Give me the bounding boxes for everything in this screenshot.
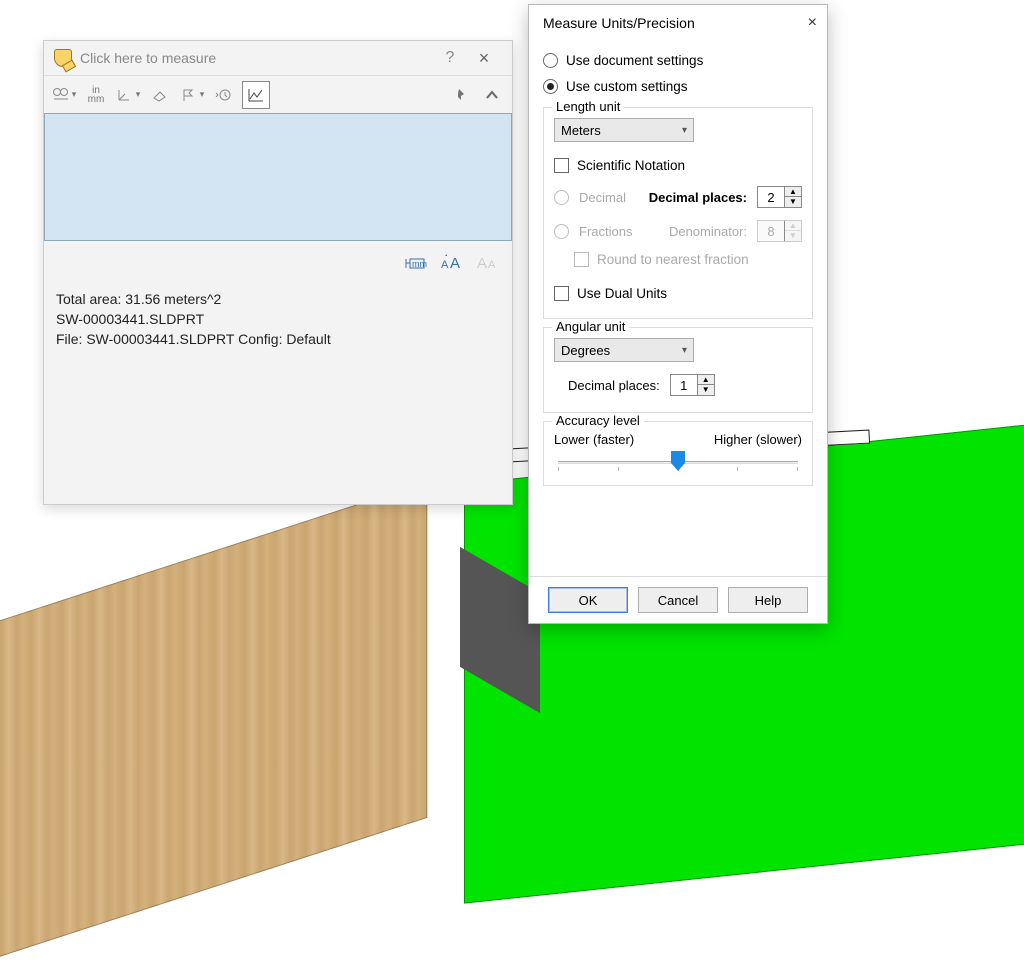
round-label: Round to nearest fraction (597, 252, 749, 267)
selection-filter-button[interactable] (50, 81, 78, 109)
checkbox-icon (554, 286, 569, 301)
angular-group-label: Angular unit (552, 319, 629, 334)
measure-window: Click here to measure ? × in mm (43, 40, 513, 505)
svg-text:A: A (450, 255, 460, 272)
spin-down-icon: ▼ (785, 231, 801, 241)
denominator-spinner: ▲▼ (757, 220, 802, 242)
accuracy-group: Accuracy level Lower (faster) Higher (sl… (543, 421, 813, 486)
scientific-label: Scientific Notation (577, 158, 685, 173)
unit-mm-label: mm (88, 95, 105, 104)
measure-results: Total area: 31.56 meters^2 SW-00003441.S… (44, 285, 512, 353)
measure-selection-area[interactable] (44, 113, 512, 241)
dialog-title: Measure Units/Precision (543, 15, 787, 31)
chevron-down-icon: ▾ (682, 345, 687, 356)
font-style-button[interactable]: AA (474, 250, 502, 276)
measure-titlebar[interactable]: Click here to measure ? × (44, 41, 512, 75)
help-button[interactable]: ? (436, 49, 464, 67)
result-part: SW-00003441.SLDPRT (56, 309, 500, 329)
length-unit-group: Length unit Meters ▾ Scientific Notation… (543, 107, 813, 319)
spin-up-icon[interactable]: ▲ (698, 375, 714, 385)
pin-button[interactable] (446, 81, 474, 109)
decimal-label: Decimal (579, 190, 626, 205)
denominator-input (758, 221, 784, 241)
dual-units-checkbox[interactable]: Use Dual Units (554, 280, 802, 306)
accuracy-group-label: Accuracy level (552, 413, 644, 428)
length-group-label: Length unit (552, 99, 624, 114)
use-custom-label: Use custom settings (566, 79, 688, 94)
eraser-button[interactable] (146, 81, 174, 109)
measure-midbar: mm AA AA (44, 241, 512, 285)
decimal-places-spinner[interactable]: ▲▼ (757, 186, 802, 208)
history-button[interactable] (210, 81, 238, 109)
measure-app-icon (54, 49, 72, 67)
angular-unit-dropdown[interactable]: Degrees ▾ (554, 338, 694, 362)
slider-thumb[interactable] (671, 451, 685, 473)
svg-text:A: A (477, 255, 487, 272)
denominator-label: Denominator: (669, 224, 747, 239)
dimension-style-button[interactable]: mm (402, 250, 430, 276)
help-button[interactable]: Help (728, 587, 808, 613)
angular-decimal-places-input[interactable] (671, 375, 697, 395)
scientific-checkbox[interactable]: Scientific Notation (554, 152, 802, 178)
result-area: Total area: 31.56 meters^2 (56, 289, 500, 309)
measure-toolbar: in mm (44, 75, 512, 113)
length-unit-value: Meters (561, 123, 601, 138)
fractions-label: Fractions (579, 224, 632, 239)
units-precision-dialog: Measure Units/Precision × Use document s… (528, 4, 828, 624)
graph-button[interactable] (242, 81, 270, 109)
length-unit-dropdown[interactable]: Meters ▾ (554, 118, 694, 142)
units-button[interactable]: in mm (82, 81, 110, 109)
angular-unit-group: Angular unit Degrees ▾ Decimal places: ▲… (543, 327, 813, 413)
font-size-button[interactable]: AA (438, 250, 466, 276)
flag-button[interactable] (178, 81, 206, 109)
close-button[interactable]: × (464, 48, 504, 69)
collapse-button[interactable] (478, 81, 506, 109)
spin-up-icon: ▲ (785, 221, 801, 231)
radio-icon (543, 53, 558, 68)
use-document-label: Use document settings (566, 53, 703, 68)
accuracy-lower-label: Lower (faster) (554, 432, 634, 447)
angular-unit-value: Degrees (561, 343, 610, 358)
use-custom-radio[interactable]: Use custom settings (543, 73, 813, 99)
round-checkbox: Round to nearest fraction (574, 246, 802, 272)
svg-text:A: A (488, 259, 496, 271)
xyz-button[interactable] (114, 81, 142, 109)
wood-surface (0, 481, 427, 978)
result-file: File: SW-00003441.SLDPRT Config: Default (56, 329, 500, 349)
angular-decimal-places-label: Decimal places: (568, 378, 660, 393)
spin-up-icon[interactable]: ▲ (785, 187, 801, 197)
cancel-button[interactable]: Cancel (638, 587, 718, 613)
chevron-down-icon: ▾ (682, 125, 687, 136)
dialog-footer: OK Cancel Help (529, 576, 827, 623)
decimal-places-input[interactable] (758, 187, 784, 207)
fractions-radio[interactable] (554, 224, 569, 239)
radio-icon (543, 79, 558, 94)
checkbox-icon (554, 158, 569, 173)
accuracy-higher-label: Higher (slower) (714, 432, 802, 447)
svg-text:mm: mm (412, 259, 427, 269)
spin-down-icon[interactable]: ▼ (785, 197, 801, 207)
dialog-titlebar[interactable]: Measure Units/Precision × (529, 5, 827, 41)
spin-down-icon[interactable]: ▼ (698, 385, 714, 395)
decimal-radio[interactable] (554, 190, 569, 205)
angular-decimal-places-spinner[interactable]: ▲▼ (670, 374, 715, 396)
checkbox-icon (574, 252, 589, 267)
decimal-places-label: Decimal places: (649, 190, 747, 205)
svg-text:A: A (441, 259, 449, 271)
dual-units-label: Use Dual Units (577, 286, 667, 301)
ok-button[interactable]: OK (548, 587, 628, 613)
dialog-close-button[interactable]: × (787, 14, 817, 32)
measure-title-input[interactable]: Click here to measure (80, 50, 436, 66)
use-document-radio[interactable]: Use document settings (543, 47, 813, 73)
accuracy-slider[interactable] (558, 453, 798, 473)
